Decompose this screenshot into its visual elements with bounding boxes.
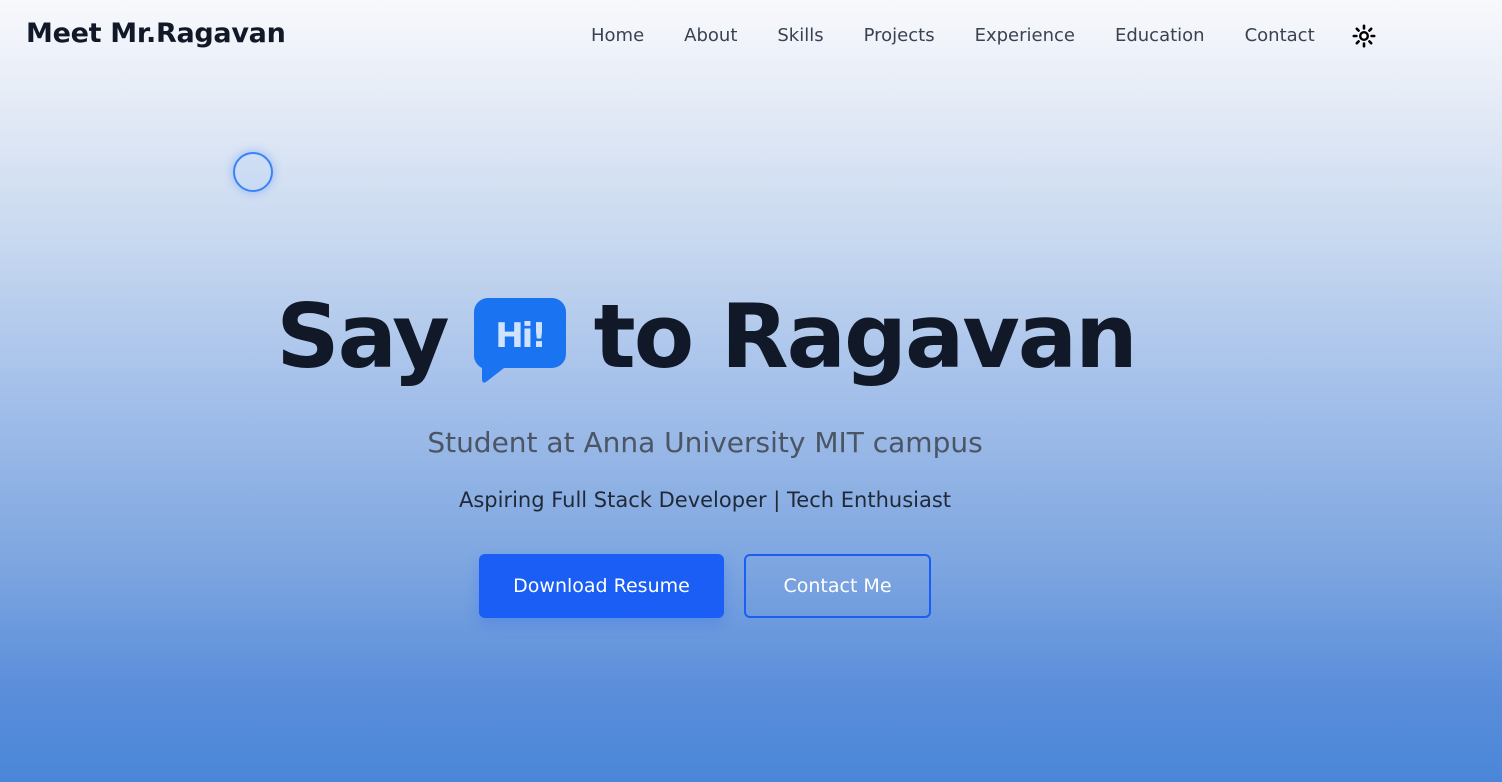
nav-link-education[interactable]: Education — [1115, 24, 1205, 48]
nav-links: Home About Skills Projects Experience Ed… — [591, 24, 1355, 48]
nav-link-home[interactable]: Home — [591, 24, 644, 48]
nav-link-experience[interactable]: Experience — [975, 24, 1075, 48]
hi-bubble-icon: Hi! — [473, 298, 566, 384]
brand-logo[interactable]: Meet Mr.Ragavan — [26, 18, 286, 49]
sun-icon — [1352, 24, 1376, 48]
hero-title: Say Hi! to Ragavan — [0, 282, 1412, 392]
navbar: Meet Mr.Ragavan Home About Skills Projec… — [0, 0, 1502, 72]
nav-link-about[interactable]: About — [684, 24, 737, 48]
contact-me-button[interactable]: Contact Me — [744, 554, 931, 618]
cursor-follower — [233, 152, 273, 192]
nav-link-skills[interactable]: Skills — [777, 24, 823, 48]
hi-bubble-text: Hi! — [495, 316, 545, 356]
hero-subtitle: Student at Anna University MIT campus — [427, 426, 983, 459]
hero-tagline: Aspiring Full Stack Developer | Tech Ent… — [458, 488, 952, 512]
hero-title-name: to Ragavan — [593, 285, 1138, 388]
hero-title-say: Say — [276, 285, 449, 388]
theme-toggle-button[interactable] — [1350, 22, 1378, 50]
download-resume-button[interactable]: Download Resume — [479, 554, 724, 618]
nav-link-contact[interactable]: Contact — [1245, 24, 1315, 48]
nav-link-projects[interactable]: Projects — [864, 24, 935, 48]
